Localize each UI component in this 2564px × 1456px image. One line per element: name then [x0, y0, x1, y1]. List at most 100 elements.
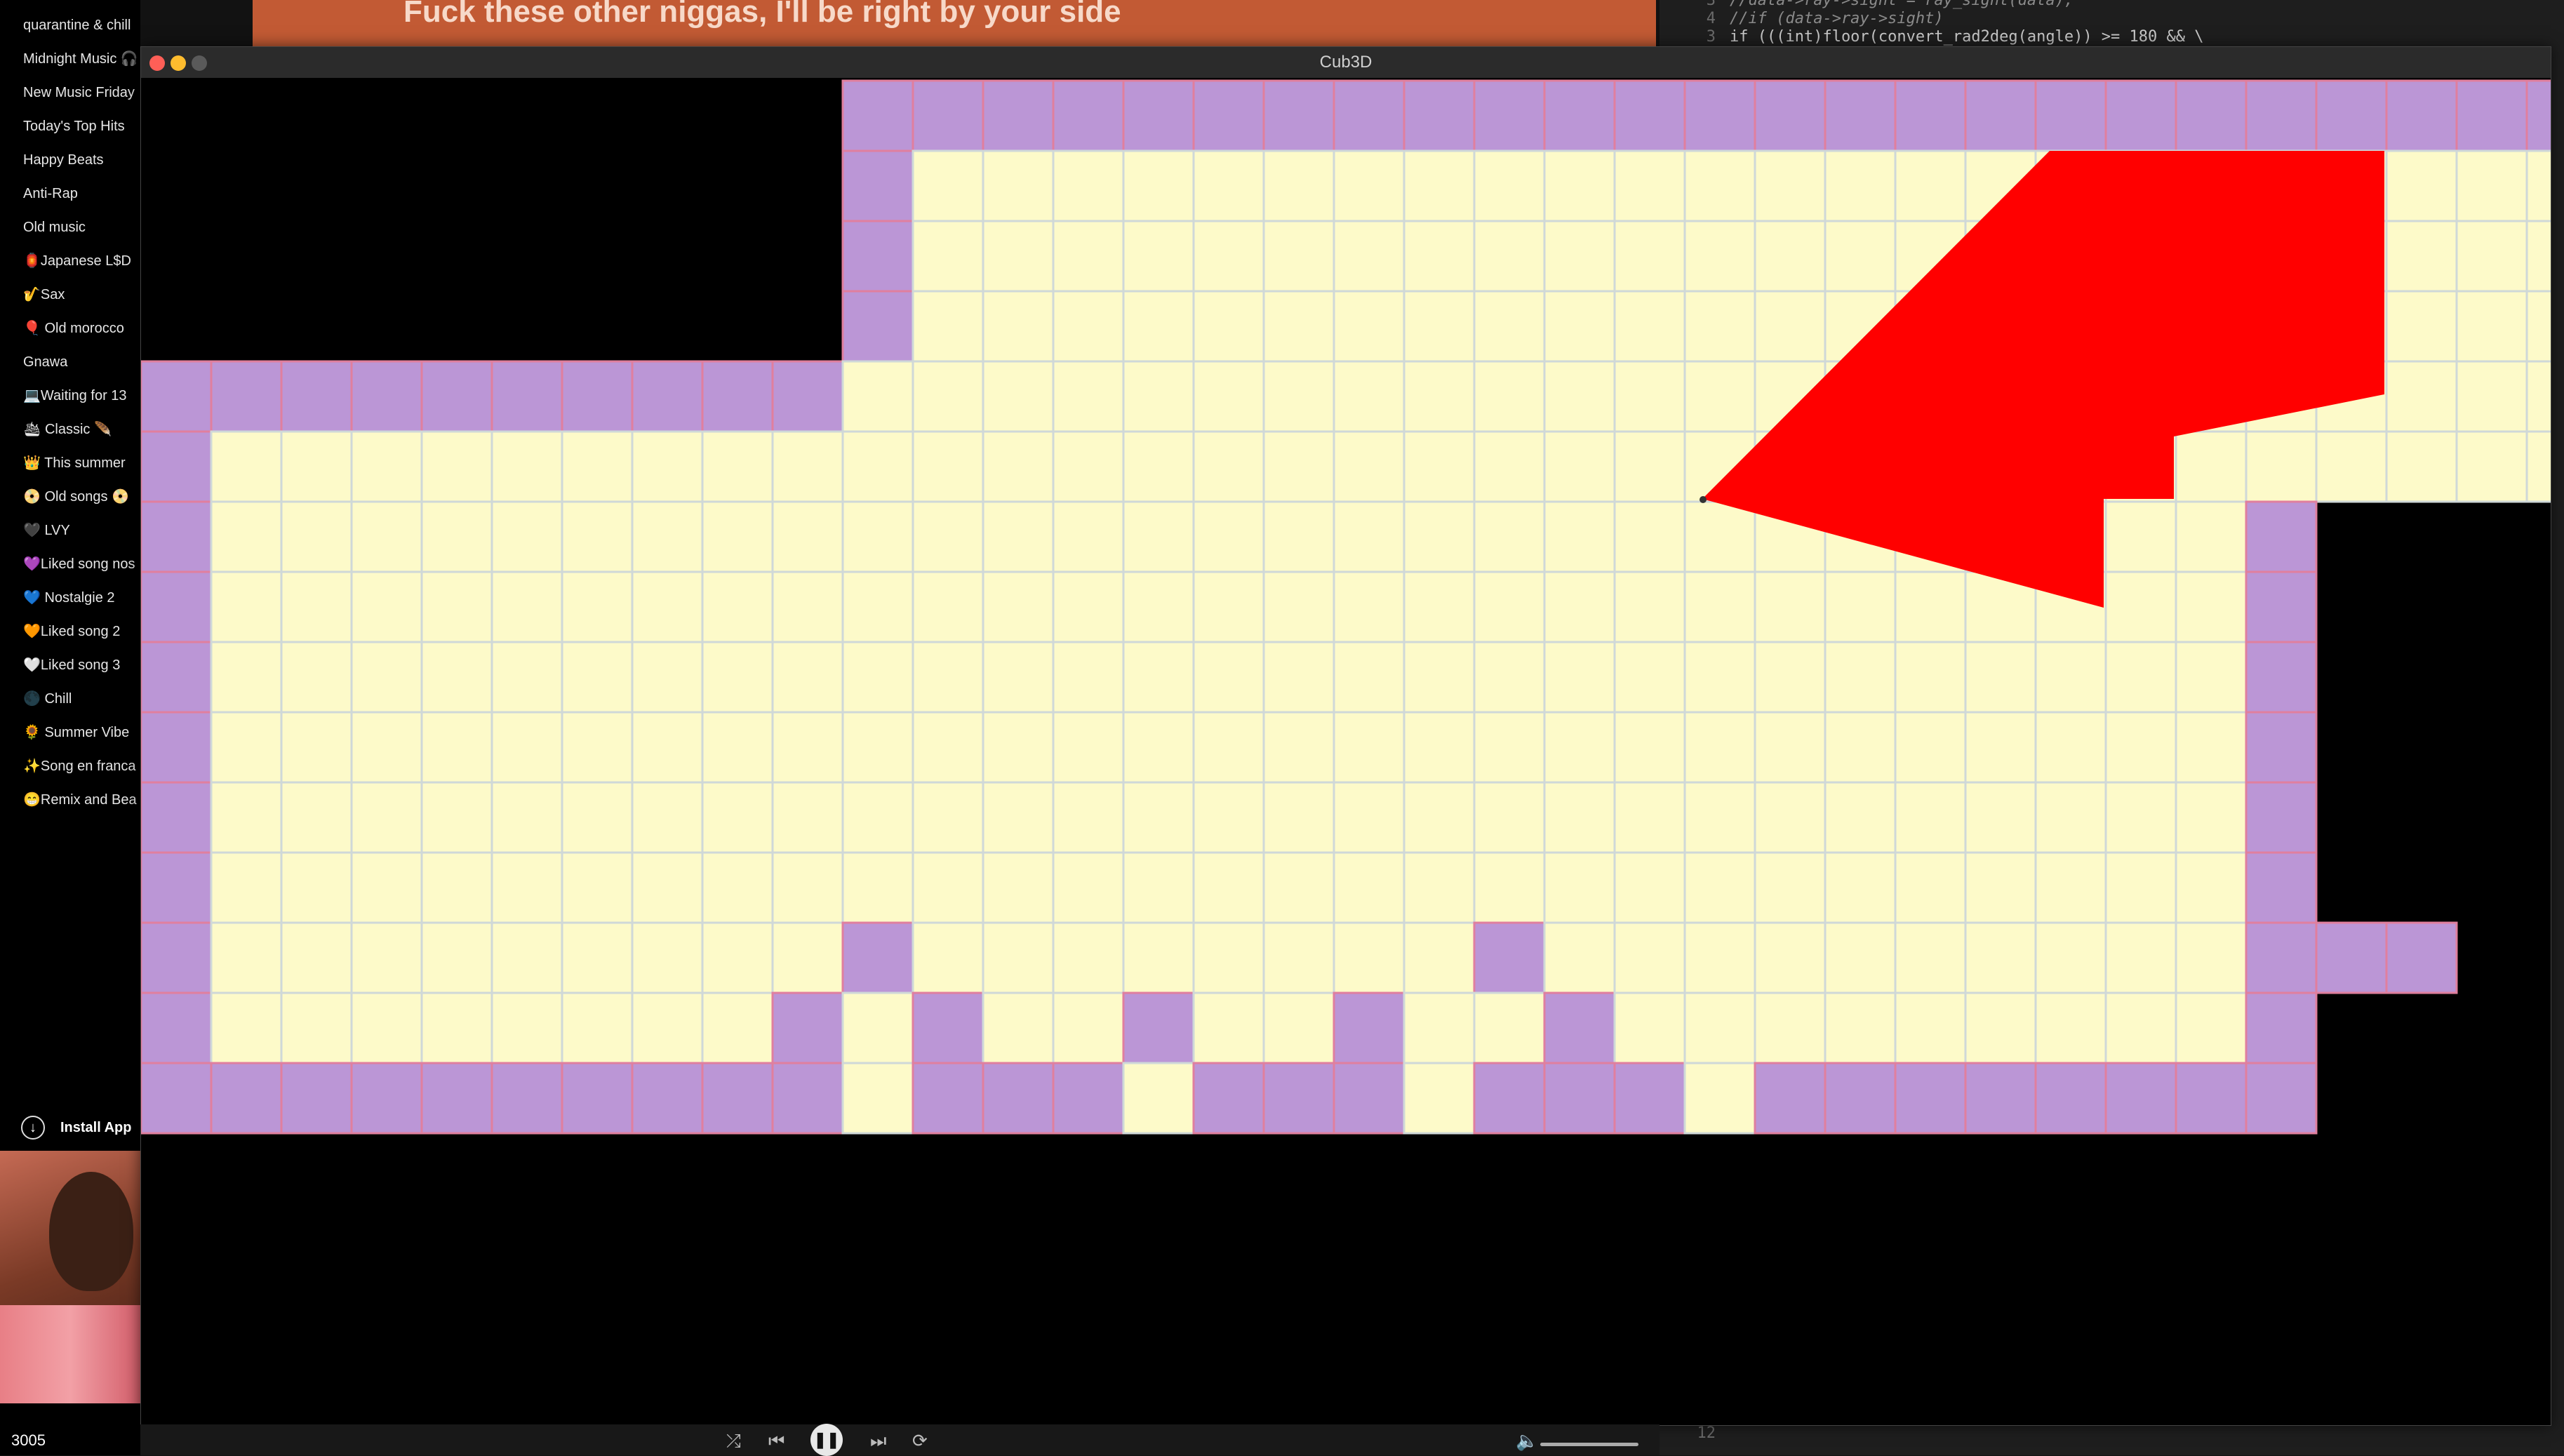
floor-tile	[2175, 921, 2248, 994]
wall-tile	[141, 430, 213, 503]
volume-icon[interactable]: 🔈	[1516, 1430, 1538, 1452]
previous-icon[interactable]: ⏮	[768, 1430, 784, 1452]
playlist-item[interactable]: 👑 This summer	[0, 449, 140, 483]
floor-tile	[2455, 430, 2528, 503]
floor-tile	[2104, 781, 2177, 854]
floor-tile	[1613, 500, 1686, 573]
floor-tile	[771, 500, 844, 573]
floor-tile	[1192, 149, 1265, 222]
playlist-item[interactable]: Gnawa	[0, 348, 140, 382]
wall-tile	[1613, 1062, 1686, 1135]
floor-tile	[420, 781, 493, 854]
wall-tile	[2104, 1062, 2177, 1135]
floor-tile	[1122, 641, 1195, 714]
floor-tile	[701, 500, 774, 573]
playlist-item[interactable]: 🏮Japanese L$D	[0, 247, 140, 281]
album-art[interactable]	[0, 1151, 140, 1403]
wall-tile	[1543, 1062, 1616, 1135]
wall-tile	[141, 781, 213, 854]
floor-tile	[2385, 149, 2458, 222]
playlist-item[interactable]: 🎈 Old morocco	[0, 314, 140, 348]
player-marker	[1700, 496, 1707, 503]
floor-tile	[912, 711, 984, 784]
playlist-item[interactable]: 💻Waiting for 13	[0, 382, 140, 415]
wall-tile	[1052, 79, 1125, 152]
playlist-item[interactable]: 🛳 Classic 🪶	[0, 415, 140, 449]
playlist-item[interactable]: New Music Friday	[0, 79, 140, 112]
playlist-item[interactable]: 🧡Liked song 2	[0, 617, 140, 651]
floor-tile	[1613, 220, 1686, 293]
floor-tile	[561, 781, 634, 854]
wall-tile	[982, 1062, 1055, 1135]
wall-tile	[280, 360, 353, 433]
floor-tile	[2034, 641, 2107, 714]
playlist-item[interactable]: 📀 Old songs 📀	[0, 483, 140, 516]
playlist-item[interactable]: ✨Song en franca	[0, 752, 140, 786]
floor-tile	[2525, 290, 2551, 363]
code-text: //data->ray->sight = ray_sight(data);	[1730, 0, 2074, 9]
floor-tile	[1403, 851, 1476, 924]
cub3d-window[interactable]: Cub3D	[140, 46, 2551, 1426]
wall-tile	[771, 1062, 844, 1135]
floor-tile	[1613, 149, 1686, 222]
playlist-item[interactable]: 😁Remix and Bea	[0, 786, 140, 820]
floor-tile	[912, 570, 984, 643]
floor-tile	[1262, 149, 1335, 222]
floor-tile	[1052, 921, 1125, 994]
wall-tile	[210, 1062, 283, 1135]
floor-tile	[2104, 851, 2177, 924]
floor-tile	[1262, 430, 1335, 503]
floor-tile	[280, 570, 353, 643]
wall-tile	[141, 1062, 213, 1135]
floor-tile	[1262, 921, 1335, 994]
floor-tile	[561, 570, 634, 643]
volume-slider[interactable]	[1540, 1443, 1638, 1446]
floor-tile	[2104, 500, 2177, 573]
wall-tile	[1683, 79, 1756, 152]
playlist-item[interactable]: quarantine & chill	[0, 11, 140, 45]
wall-tile	[1262, 79, 1335, 152]
playlist-item[interactable]: Today's Top Hits	[0, 112, 140, 146]
floor-tile	[1964, 711, 2037, 784]
playlist-item[interactable]: 🖤 LVY	[0, 516, 140, 550]
wall-tile	[1824, 1062, 1897, 1135]
floor-tile	[1754, 290, 1827, 363]
playlist-item[interactable]: 💜Liked song nos	[0, 550, 140, 584]
playlist-item[interactable]: Midnight Music 🎧	[0, 45, 140, 79]
floor-tile	[1122, 781, 1195, 854]
game-canvas[interactable]	[141, 78, 2551, 1425]
playlist-item[interactable]: 💙 Nostalgie 2	[0, 584, 140, 617]
repeat-icon[interactable]: ⟳	[912, 1430, 928, 1452]
next-icon[interactable]: ⏭	[870, 1430, 886, 1452]
playlist-item[interactable]: Happy Beats	[0, 146, 140, 180]
floor-tile	[1613, 641, 1686, 714]
shuffle-icon[interactable]: ⤮	[726, 1430, 741, 1452]
album-art-shirt	[0, 1305, 140, 1403]
playlist-item[interactable]: 🎷Sax	[0, 281, 140, 314]
playlist-item[interactable]: Old music	[0, 213, 140, 247]
floor-tile	[1122, 360, 1195, 433]
floor-tile	[701, 991, 774, 1064]
floor-tile	[1613, 360, 1686, 433]
floor-tile	[1613, 781, 1686, 854]
wall-tile	[841, 79, 914, 152]
wall-tile	[2175, 1062, 2248, 1135]
floor-tile	[2175, 500, 2248, 573]
floor-tile	[912, 290, 984, 363]
floor-tile	[350, 921, 423, 994]
window-titlebar[interactable]: Cub3D	[141, 47, 2551, 79]
wall-tile	[2245, 79, 2318, 152]
wall-tile	[771, 991, 844, 1064]
floor-tile	[701, 781, 774, 854]
playlist-item[interactable]: 🌑 Chill	[0, 685, 140, 719]
pause-icon[interactable]: ❚❚	[810, 1424, 843, 1456]
playlist-item[interactable]: 🌻 Summer Vibe	[0, 719, 140, 752]
playlist-item[interactable]: Anti-Rap	[0, 180, 140, 213]
floor-tile	[1333, 851, 1405, 924]
floor-tile	[701, 430, 774, 503]
playlist-item[interactable]: 🤍Liked song 3	[0, 651, 140, 685]
wall-tile	[1754, 1062, 1827, 1135]
floor-tile	[841, 570, 914, 643]
install-app-button[interactable]: ↓ Install App	[21, 1116, 131, 1140]
wall-tile	[210, 360, 283, 433]
